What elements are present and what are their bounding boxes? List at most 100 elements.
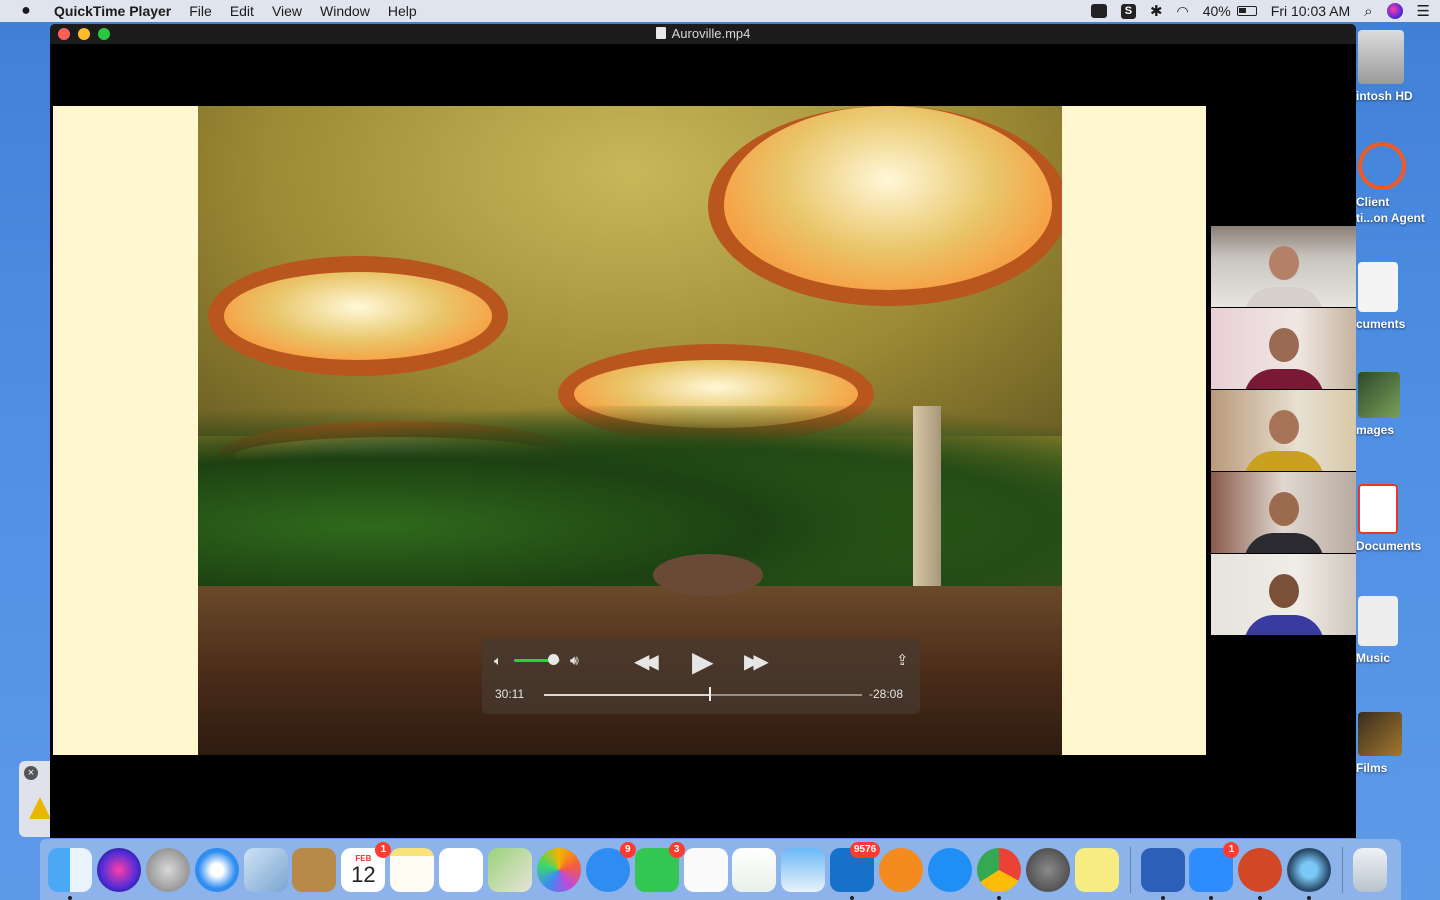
close-icon[interactable]: × [24,766,38,780]
desktop-icon-films[interactable]: Films [1356,712,1440,776]
dock-finder[interactable] [48,847,92,900]
participant-tile[interactable] [1211,226,1356,307]
desktop-icon-pdf-documents[interactable]: Documents [1356,484,1440,554]
menu-clock[interactable]: Fri 10:03 AM [1271,3,1350,19]
docx-icon [1358,262,1398,312]
share-icon[interactable]: ⇪ [896,651,909,669]
desktop-icon-label: ti...on Agent [1356,211,1425,225]
dock-books[interactable] [879,847,924,892]
dock-siri[interactable] [96,847,141,892]
dock-keynote[interactable] [781,847,826,892]
menu-bar: ● QuickTime Player File Edit View Window… [0,0,1440,22]
apple-menu-icon[interactable]: ● [0,2,52,20]
dock-photos[interactable] [536,847,581,892]
participant-tile[interactable] [1211,554,1356,635]
dock-word[interactable] [1140,847,1185,900]
volume-low-icon[interactable]: 🔈︎ [494,653,502,669]
battery-icon[interactable] [1236,3,1257,19]
battery-percent: 40% [1202,3,1231,19]
s-menu-icon[interactable]: S [1120,3,1136,19]
desktop-icon-documents-docx[interactable]: cuments [1356,262,1440,332]
messages-badge: 9 [619,841,636,858]
desktop-icon-label: Films [1356,761,1388,775]
desktop-icon-label: Music [1356,651,1391,665]
dock-outlook[interactable]: 9576 [830,841,881,900]
hard-drive-icon [1358,30,1404,84]
desktop-icon-music[interactable]: Music [1356,596,1440,666]
dock-mail[interactable] [243,847,288,892]
desktop-icon-label: mages [1356,423,1395,437]
outlook-badge: 9576 [850,841,881,858]
volume-slider-knob[interactable] [548,654,560,665]
volume-high-icon[interactable]: 🔊︎ [570,652,579,669]
pdf-icon [1358,484,1398,534]
dock-stickies[interactable] [1074,847,1119,892]
desktop-icon-client-agent[interactable]: Client ti...on Agent [1356,142,1440,226]
wifi-icon[interactable]: ◠ [1177,3,1189,19]
menu-view[interactable]: View [263,0,311,22]
dock-reminders[interactable] [439,847,484,892]
menu-window[interactable]: Window [311,0,379,22]
scrub-bar[interactable] [544,694,862,696]
close-window-button[interactable] [58,28,70,40]
remaining-time: -28:08 [869,687,904,701]
bluetooth-icon[interactable]: ✱ [1150,3,1163,20]
zoom-window-button[interactable] [98,28,110,40]
dock-launchpad[interactable] [145,847,190,892]
dock-app-store[interactable] [928,847,973,892]
playhead[interactable] [709,687,712,701]
dock-separator [1342,846,1344,893]
fast-forward-button[interactable]: ▶▶ [744,649,769,674]
warning-icon [29,797,51,819]
dock-powerpoint[interactable] [1238,847,1283,900]
dock-numbers[interactable] [732,847,777,892]
minimize-window-button[interactable] [78,28,90,40]
zoom-badge: 1 [1223,841,1240,858]
dock: FEB 12 1 9 3 9576 1 [40,839,1401,900]
dock-trash[interactable] [1353,847,1388,892]
participant-tile[interactable] [1211,390,1356,471]
dock-facetime[interactable]: 3 [634,841,685,892]
dock-safari[interactable] [194,847,239,892]
spotlight-search-icon[interactable]: ⌕ [1364,3,1372,20]
screen-record-icon[interactable] [1090,3,1107,19]
desktop-icon-label: intosh HD [1356,89,1413,103]
dock-contacts[interactable] [292,847,337,892]
play-button[interactable]: ▶ [692,645,714,678]
desktop-icon-hard-drive[interactable]: intosh HD [1356,30,1440,104]
menu-edit[interactable]: Edit [221,0,263,22]
dock-messages[interactable]: 9 [585,841,636,892]
app-menu[interactable]: QuickTime Player [52,0,180,22]
playback-controls: 🔈︎ 🔊︎ ◀◀ ▶ ▶▶ ⇪ 30:11 -28:08 [482,639,920,714]
menu-help[interactable]: Help [379,0,426,22]
notification-center-icon[interactable]: ☰ [1417,3,1430,20]
images-folder-icon [1358,372,1400,418]
document-icon [655,27,666,39]
window-title: Auroville.mp4 [671,26,751,41]
siri-icon[interactable] [1386,3,1403,19]
window-titlebar[interactable]: Auroville.mp4 [50,24,1356,44]
desktop-icon-label: cuments [1356,317,1406,331]
participant-tile[interactable] [1211,308,1356,389]
dock-maps[interactable] [488,847,533,892]
dock-quicktime[interactable] [1287,847,1332,900]
rewind-button[interactable]: ◀◀ [634,649,659,674]
dock-notes[interactable] [390,847,435,892]
dock-calendar[interactable]: FEB 12 1 [341,841,392,892]
video-participants-strip [1211,226,1356,635]
menu-file[interactable]: File [180,0,221,22]
dock-system-preferences[interactable] [1025,847,1070,892]
dock-zoom[interactable]: 1 [1189,841,1240,900]
desktop-icon-label: Documents [1356,539,1422,553]
desktop-icon-images[interactable]: mages [1356,372,1440,438]
participant-tile[interactable] [1211,472,1356,553]
music-icon [1358,596,1398,646]
elapsed-time: 30:11 [495,687,525,701]
client-agent-icon [1358,142,1406,190]
dock-chrome[interactable] [976,847,1021,900]
films-icon [1358,712,1402,756]
dock-textedit[interactable] [683,847,728,892]
notification-panel: × [19,761,51,837]
facetime-badge: 3 [668,841,685,858]
quicktime-window: Auroville.mp4 [50,24,1356,838]
